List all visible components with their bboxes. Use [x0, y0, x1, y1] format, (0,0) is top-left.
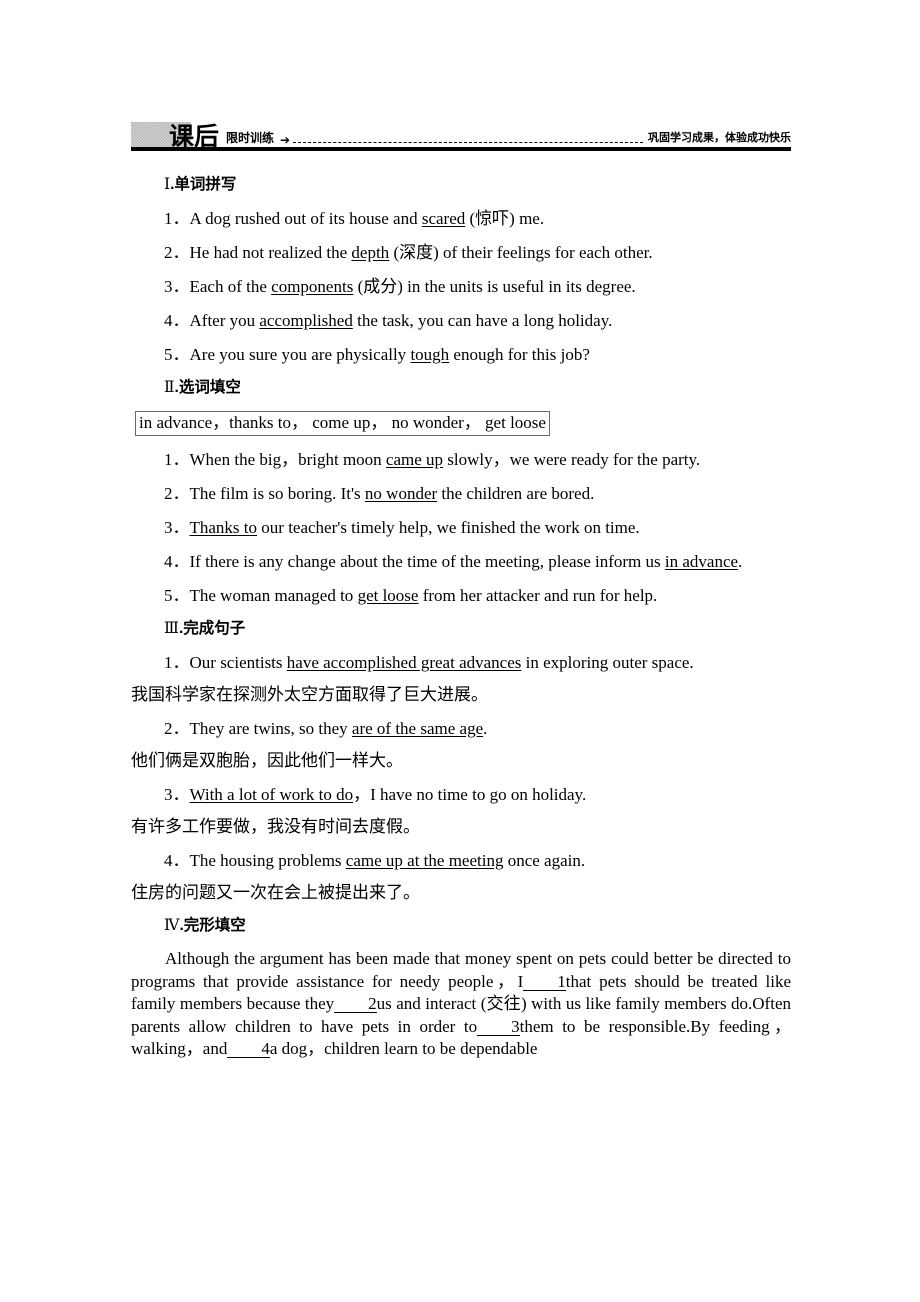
item-number: 5．	[164, 586, 190, 605]
banner-dashed-line	[293, 142, 643, 143]
item-answer: accomplished	[259, 311, 353, 330]
section-2-label: .选词填空	[174, 379, 241, 396]
item-text-b: the task, you can have a long holiday.	[352, 311, 613, 330]
item-text-b: (惊吓) me.	[465, 209, 545, 228]
item-answer: no wonder	[364, 484, 438, 503]
section-heading-3: Ⅲ.完成句子	[164, 619, 791, 639]
item-number: 1．	[164, 450, 190, 469]
item-text-b: (成分) in the units is useful in its degre…	[353, 277, 636, 296]
item-text-a: The film is so boring. It's	[189, 484, 365, 503]
item-answer: components	[271, 277, 354, 296]
section-3-roman: Ⅲ	[164, 620, 179, 637]
cloze-blank-3[interactable]: 3	[477, 1018, 520, 1036]
item-answer: get loose	[357, 586, 419, 605]
item-text-b: the children are bored.	[437, 484, 595, 503]
item-answer: are of the same age	[351, 719, 484, 738]
item-3-2: 2．They are twins, so they are of the sam…	[131, 718, 791, 739]
banner-row: 课后 限时训练 ➔ 巩固学习成果，体验成功快乐	[131, 114, 791, 150]
item-answer: tough	[410, 345, 450, 364]
translation-3-2: 他们俩是双胞胎，因此他们一样大。	[131, 751, 403, 770]
item-text-a: Each of the	[189, 277, 272, 296]
translation-3-3: 有许多工作要做，我没有时间去度假。	[131, 817, 420, 836]
item-3-4: 4．The housing problems came up at the me…	[131, 850, 791, 871]
item-answer: came up	[385, 450, 444, 469]
item-text-a: The housing problems	[189, 851, 346, 870]
item-text-a: The woman managed to	[189, 586, 358, 605]
item-answer: With a lot of work to do	[189, 785, 354, 804]
item-text-b: .	[738, 552, 743, 571]
item-text-b: in exploring outer space.	[521, 653, 694, 672]
section-heading-1: Ⅰ.单词拼写	[164, 175, 791, 195]
item-1-2: 2．He had not realized the depth (深度) of …	[131, 242, 791, 263]
item-text-a: A dog rushed out of its house and	[189, 209, 422, 228]
item-answer: came up at the meeting	[345, 851, 504, 870]
item-answer: in advance	[664, 552, 739, 571]
translation-3-1: 我国科学家在探测外太空方面取得了巨大进展。	[131, 685, 488, 704]
item-3-3: 3．With a lot of work to do，I have no tim…	[131, 784, 791, 805]
item-text-a: They are twins, so they	[189, 719, 352, 738]
item-number: 1．	[164, 653, 190, 672]
item-text-b: enough for this job?	[449, 345, 590, 364]
cloze-blank-4[interactable]: 4	[227, 1040, 270, 1058]
item-1-4: 4．After you accomplished the task, you c…	[131, 310, 791, 331]
item-number: 2．	[164, 719, 190, 738]
item-text-a: When the big，bright moon	[189, 450, 386, 469]
item-text-a: He had not realized the	[189, 243, 352, 262]
cloze-passage: Although the argument has been made that…	[131, 948, 791, 1061]
item-text-a: If there is any change about the time of…	[189, 552, 665, 571]
item-text-b: once again.	[503, 851, 586, 870]
worksheet-page: 课后 限时训练 ➔ 巩固学习成果，体验成功快乐 Ⅰ.单词拼写 1．A dog r…	[131, 0, 791, 1061]
item-number: 3．	[164, 518, 190, 537]
section-1-label: .单词拼写	[170, 176, 237, 193]
item-answer: have accomplished great advances	[286, 653, 522, 672]
item-text-b: from her attacker and run for help.	[418, 586, 658, 605]
item-text-b: ，I have no time to go on holiday.	[353, 785, 587, 804]
item-number: 4．	[164, 311, 190, 330]
cloze-blank-1[interactable]: 1	[523, 973, 566, 991]
item-answer: scared	[421, 209, 466, 228]
item-text-a: Our scientists	[189, 653, 287, 672]
cloze-text-5: a dog，children learn to be dependable	[269, 1039, 538, 1058]
item-number: 5．	[164, 345, 190, 364]
item-text-b: .	[483, 719, 488, 738]
section-banner: 课后 限时训练 ➔ 巩固学习成果，体验成功快乐	[131, 114, 791, 162]
item-1-5: 5．Are you sure you are physically tough …	[131, 344, 791, 365]
section-2-roman: Ⅱ	[164, 379, 175, 396]
section-3-label: .完成句子	[178, 620, 246, 637]
item-number: 2．	[164, 484, 190, 503]
item-number: 4．	[164, 552, 190, 571]
item-number: 2．	[164, 243, 190, 262]
item-number: 3．	[164, 277, 190, 296]
item-2-2: 2．The film is so boring. It's no wonder …	[131, 483, 791, 504]
item-number: 1．	[164, 209, 190, 228]
item-2-4: 4．If there is any change about the time …	[131, 551, 791, 572]
banner-rule	[131, 147, 791, 151]
item-answer: Thanks to	[189, 518, 258, 537]
item-text-b: (深度) of their feelings for each other.	[389, 243, 653, 262]
section-4-label: .完形填空	[179, 917, 246, 934]
section-heading-4: Ⅳ.完形填空	[164, 916, 791, 936]
item-2-1: 1．When the big，bright moon came up slowl…	[131, 449, 791, 470]
item-answer: depth	[351, 243, 390, 262]
item-1-1: 1．A dog rushed out of its house and scar…	[131, 208, 791, 229]
item-number: 3．	[164, 785, 190, 804]
item-text-b: our teacher's timely help, we finished t…	[257, 518, 640, 537]
item-text-b: slowly，we were ready for the party.	[443, 450, 701, 469]
section-4-roman: Ⅳ	[164, 917, 180, 934]
section-heading-2: Ⅱ.选词填空	[164, 378, 791, 398]
item-text-a: After you	[189, 311, 260, 330]
word-bank-box: in advance，thanks to， come up， no wonder…	[135, 411, 550, 436]
translation-3-4: 住房的问题又一次在会上被提出来了。	[131, 883, 420, 902]
cloze-blank-2[interactable]: 2	[334, 995, 377, 1013]
item-3-1: 1．Our scientists have accomplished great…	[131, 652, 791, 673]
item-1-3: 3．Each of the components (成分) in the uni…	[131, 276, 791, 297]
item-text-a: Are you sure you are physically	[189, 345, 411, 364]
item-number: 4．	[164, 851, 190, 870]
item-2-5: 5．The woman managed to get loose from he…	[131, 585, 791, 606]
item-2-3: 3．Thanks to our teacher's timely help, w…	[131, 517, 791, 538]
